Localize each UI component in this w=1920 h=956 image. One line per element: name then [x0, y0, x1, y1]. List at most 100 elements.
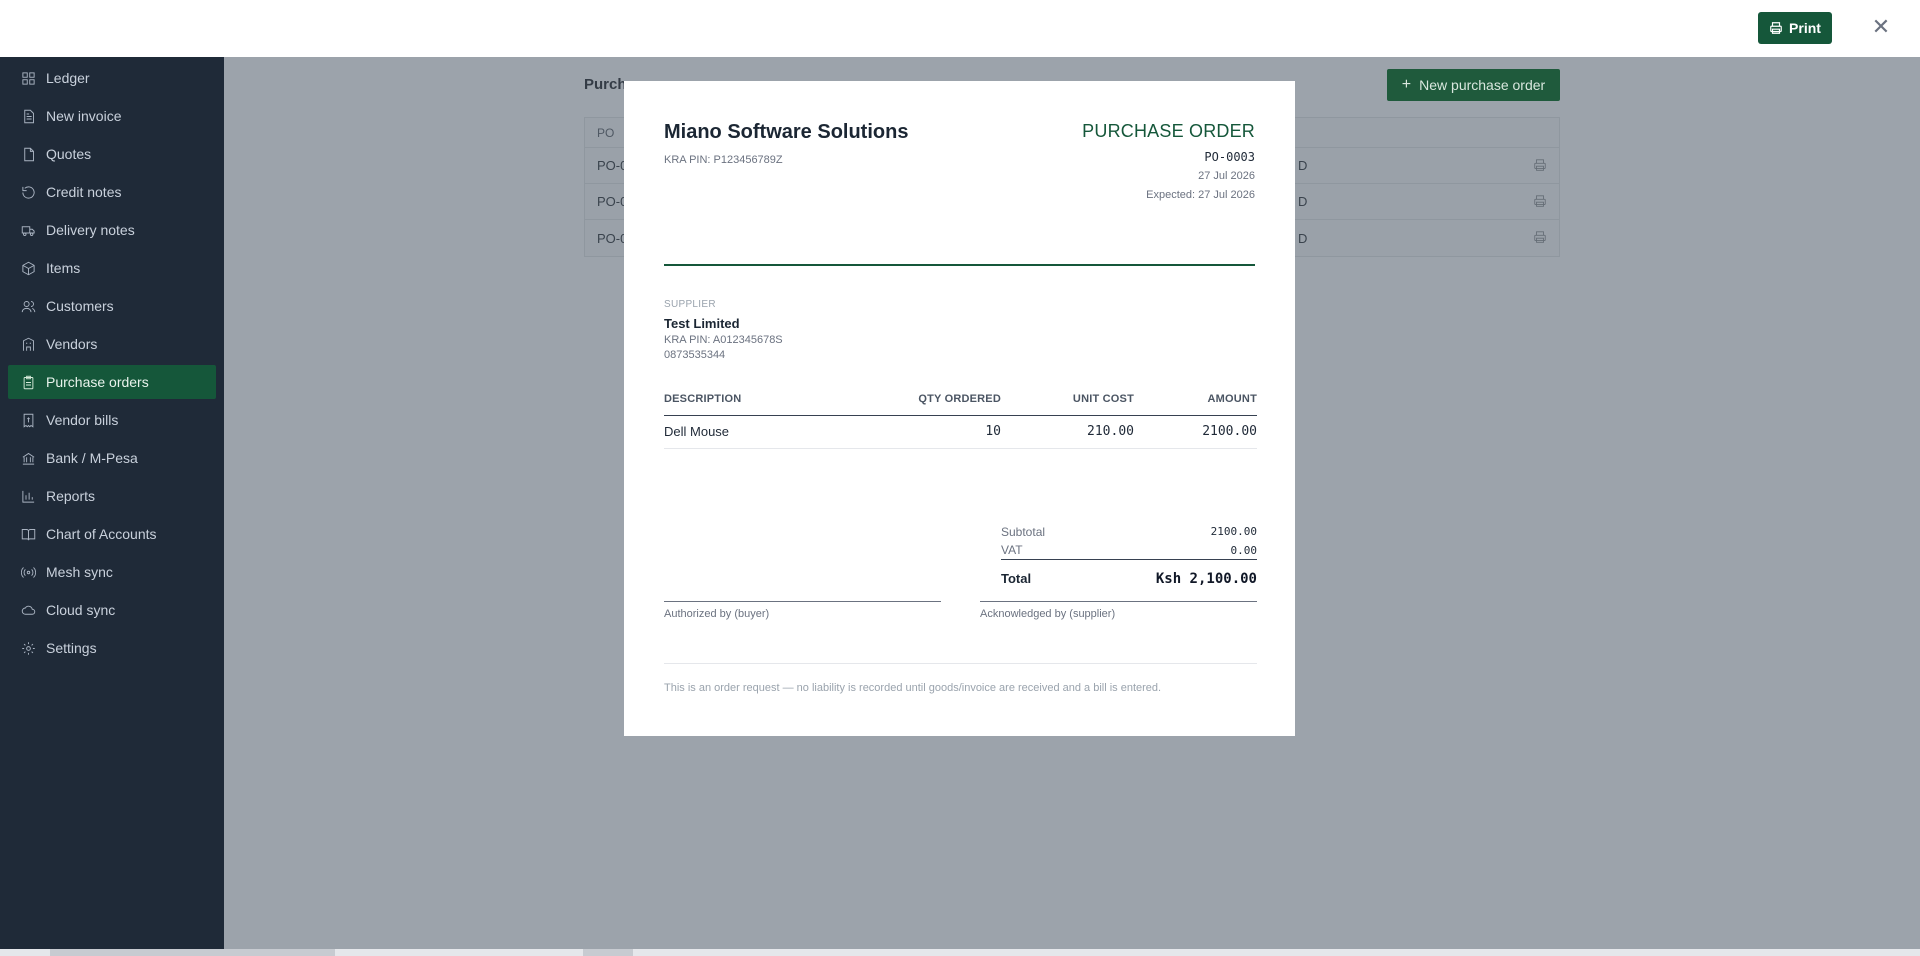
sidebar-item-purchase-orders[interactable]: Purchase orders	[8, 365, 216, 399]
sidebar-item-label: Delivery notes	[46, 222, 135, 238]
line-qty: 10	[854, 415, 1001, 449]
sidebar-item-label: Credit notes	[46, 184, 122, 200]
column-po: PO	[597, 125, 615, 140]
sidebar-item-customers[interactable]: Customers	[8, 289, 216, 323]
page-title: Purch	[584, 76, 627, 93]
sidebar-item-chart-of-accounts[interactable]: Chart of Accounts	[8, 517, 216, 551]
po-expected-date: Expected: 27 Jul 2026	[1146, 189, 1255, 201]
sidebar-item-label: Reports	[46, 488, 96, 504]
clipboard-icon	[20, 374, 36, 390]
top-bar: Print ✕	[0, 0, 1920, 57]
supplier-signature-line: Acknowledged by (supplier)	[980, 601, 1257, 620]
document-icon	[20, 108, 36, 124]
supplier-label: SUPPLIER	[664, 299, 716, 310]
sidebar-item-label: Settings	[46, 640, 97, 656]
sidebar-item-credit-notes[interactable]: Credit notes	[8, 175, 216, 209]
line-unit-cost: 210.00	[1001, 415, 1134, 449]
vat-row: VAT 0.00	[1001, 541, 1257, 560]
sidebar-item-bank-m-pesa[interactable]: Bank / M-Pesa	[8, 441, 216, 475]
line-amount: 2100.00	[1134, 415, 1257, 449]
plus-icon: +	[1401, 76, 1412, 93]
buyer-signature-line: Authorized by (buyer)	[664, 601, 941, 620]
po-number-cell: PO-0	[597, 230, 628, 246]
printer-icon[interactable]	[1533, 194, 1547, 208]
column-unit-cost: UNIT COST	[1001, 385, 1134, 416]
status-segment	[583, 949, 633, 956]
print-button[interactable]: Print	[1758, 12, 1832, 44]
cloud-icon	[20, 602, 36, 618]
supplier-block: SUPPLIER Test Limited KRA PIN: A01234567…	[664, 299, 1255, 361]
broadcast-icon	[20, 564, 36, 580]
grid-icon	[20, 70, 36, 86]
sidebar-item-label: Items	[46, 260, 81, 276]
sidebar-item-vendors[interactable]: Vendors	[8, 327, 216, 361]
book-icon	[20, 526, 36, 542]
status-cell: D	[1298, 158, 1308, 173]
po-date: 27 Jul 2026	[1198, 170, 1255, 182]
sidebar-item-label: Vendor bills	[46, 412, 119, 428]
company-name: Miano Software Solutions	[664, 121, 909, 143]
table-row: Dell Mouse 10 210.00 2100.00	[664, 415, 1257, 449]
purchase-order-document: Miano Software Solutions KRA PIN: P12345…	[624, 81, 1295, 736]
line-description: Dell Mouse	[664, 415, 854, 449]
file-icon	[20, 146, 36, 162]
printer-icon	[1770, 22, 1782, 34]
footer-note: This is an order request — no liability …	[664, 663, 1257, 694]
sidebar-item-settings[interactable]: Settings	[8, 631, 216, 665]
sidebar-item-ledger[interactable]: Ledger	[8, 61, 216, 95]
bottom-status-strip	[0, 949, 1920, 956]
users-icon	[20, 298, 36, 314]
po-number-cell: PO-0	[597, 158, 628, 173]
supplier-kra-pin: KRA PIN: A012345678S	[664, 334, 783, 346]
sidebar-item-label: Chart of Accounts	[46, 526, 157, 542]
receipt-icon	[20, 412, 36, 428]
sidebar-item-label: Cloud sync	[46, 602, 116, 618]
subtotal-row: Subtotal 2100.00	[1001, 522, 1257, 541]
total-label: Total	[1001, 571, 1032, 586]
sidebar-item-label: Vendors	[46, 336, 98, 352]
supplier-phone: 0873535344	[664, 349, 726, 361]
sidebar-item-new-invoice[interactable]: New invoice	[8, 99, 216, 133]
sidebar-item-items[interactable]: Items	[8, 251, 216, 285]
line-items-table: DESCRIPTION QTY ORDERED UNIT COST AMOUNT…	[664, 385, 1257, 449]
company-kra-pin: KRA PIN: P123456789Z	[664, 154, 783, 166]
document-title: PURCHASE ORDER	[1082, 121, 1255, 141]
sidebar-item-label: Bank / M-Pesa	[46, 450, 138, 466]
close-icon[interactable]: ✕	[1870, 17, 1892, 39]
sidebar-item-label: Purchase orders	[46, 374, 149, 390]
sidebar-item-vendor-bills[interactable]: Vendor bills	[8, 403, 216, 437]
po-number: PO-0003	[1204, 150, 1255, 164]
total-value: Ksh 2,100.00	[1155, 570, 1257, 587]
gear-icon	[20, 640, 36, 656]
sidebar-item-quotes[interactable]: Quotes	[8, 137, 216, 171]
printer-icon[interactable]	[1533, 230, 1547, 244]
column-amount: AMOUNT	[1134, 385, 1257, 416]
sidebar-item-reports[interactable]: Reports	[8, 479, 216, 513]
column-description: DESCRIPTION	[664, 385, 854, 416]
print-button-label: Print	[1789, 20, 1821, 36]
sidebar-item-label: Quotes	[46, 146, 92, 162]
page-title-visible: Purch	[584, 76, 627, 93]
po-number-cell: PO-0	[597, 194, 628, 209]
status-cell: D	[1298, 230, 1308, 246]
subtotal-label: Subtotal	[1001, 524, 1046, 539]
line-items-header: DESCRIPTION QTY ORDERED UNIT COST AMOUNT	[664, 385, 1257, 416]
status-cell: D	[1298, 194, 1308, 209]
subtotal-value: 2100.00	[1210, 525, 1257, 538]
sidebar-item-delivery-notes[interactable]: Delivery notes	[8, 213, 216, 247]
supplier-name: Test Limited	[664, 316, 740, 331]
totals-block: Subtotal 2100.00 VAT 0.00 Total Ksh 2,10…	[1001, 522, 1257, 597]
sidebar-item-cloud-sync[interactable]: Cloud sync	[8, 593, 216, 627]
new-purchase-order-button[interactable]: + New purchase order	[1387, 69, 1560, 101]
total-row: Total Ksh 2,100.00	[1001, 560, 1257, 597]
truck-icon	[20, 222, 36, 238]
sidebar-item-label: Ledger	[46, 70, 90, 86]
sidebar-item-mesh-sync[interactable]: Mesh sync	[8, 555, 216, 589]
printer-icon[interactable]	[1533, 158, 1547, 172]
building-icon	[20, 336, 36, 352]
bank-icon	[20, 450, 36, 466]
document-header: Miano Software Solutions KRA PIN: P12345…	[664, 121, 1255, 266]
sidebar-item-label: New invoice	[46, 108, 122, 124]
vat-label: VAT	[1001, 543, 1023, 557]
status-segment	[50, 949, 335, 956]
